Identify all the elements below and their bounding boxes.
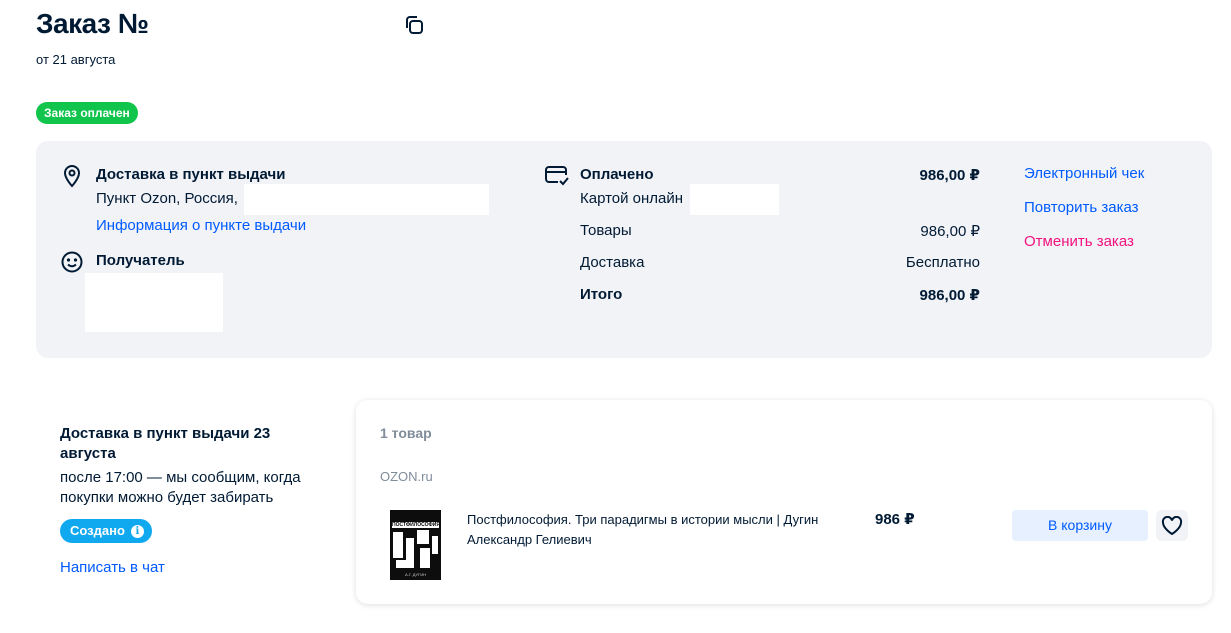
heart-icon — [1161, 515, 1183, 535]
add-to-cart-button[interactable]: В корзину — [1012, 510, 1148, 541]
info-icon: i — [130, 524, 144, 538]
order-items-card — [356, 400, 1212, 604]
product-title-link[interactable]: Постфилософия. Три парадигмы в истории м… — [467, 510, 852, 550]
delivery-cost-label: Доставка — [580, 254, 645, 271]
e-receipt-link[interactable]: Электронный чек — [1024, 165, 1144, 182]
items-value: 986,00 ₽ — [920, 223, 980, 240]
status-badge-paid: Заказ оплачен — [36, 102, 138, 124]
payment-amount: 986,00 ₽ — [919, 167, 980, 184]
repeat-order-link[interactable]: Повторить заказ — [1024, 199, 1139, 216]
pickup-address: Пункт Ozon, Россия, — [96, 190, 238, 207]
items-label: Товары — [580, 222, 632, 239]
cover-author: А.Г. ДУГИН — [405, 572, 426, 577]
total-value: 986,00 ₽ — [919, 287, 980, 304]
recipient-redacted — [85, 273, 223, 332]
location-pin-icon — [61, 164, 83, 193]
payment-heading: Оплачено — [580, 166, 654, 183]
shipment-note: после 17:00 — мы сообщим, когда покупки … — [60, 469, 301, 506]
cover-title: ПОСТФИЛОСОФИЯ — [392, 522, 439, 528]
order-date: от 21 августа — [36, 52, 116, 67]
delivery-cost-value: Бесплатно — [905, 254, 980, 271]
items-count: 1 товар — [380, 425, 432, 441]
payment-method: Картой онлайн — [580, 190, 684, 207]
status-badge-created[interactable]: Создано i — [60, 519, 152, 543]
status-badge-label: Создано — [70, 523, 125, 538]
pickup-info-link[interactable]: Информация о пункте выдачи — [96, 217, 306, 234]
delivery-heading: Доставка в пункт выдачи — [96, 166, 286, 183]
card-check-icon — [544, 165, 570, 192]
seller-name: OZON.ru — [380, 469, 433, 484]
shipment-title: Доставка в пункт выдачи 23 августа — [60, 425, 271, 462]
product-cover-image[interactable]: ПОСТФИЛОСОФИЯ А.Г. ДУГИН — [390, 510, 441, 580]
smiley-icon — [60, 250, 84, 279]
address-redacted — [244, 184, 489, 215]
product-price: 986 ₽ — [875, 511, 915, 528]
cancel-order-link[interactable]: Отменить заказ — [1024, 233, 1134, 250]
copy-icon[interactable] — [403, 14, 425, 36]
write-to-chat-link[interactable]: Написать в чат — [60, 559, 165, 576]
page-title: Заказ № — [36, 8, 149, 39]
recipient-heading: Получатель — [96, 252, 185, 269]
card-redacted — [690, 184, 779, 215]
favorite-button[interactable] — [1156, 510, 1188, 541]
total-label: Итого — [580, 286, 623, 303]
